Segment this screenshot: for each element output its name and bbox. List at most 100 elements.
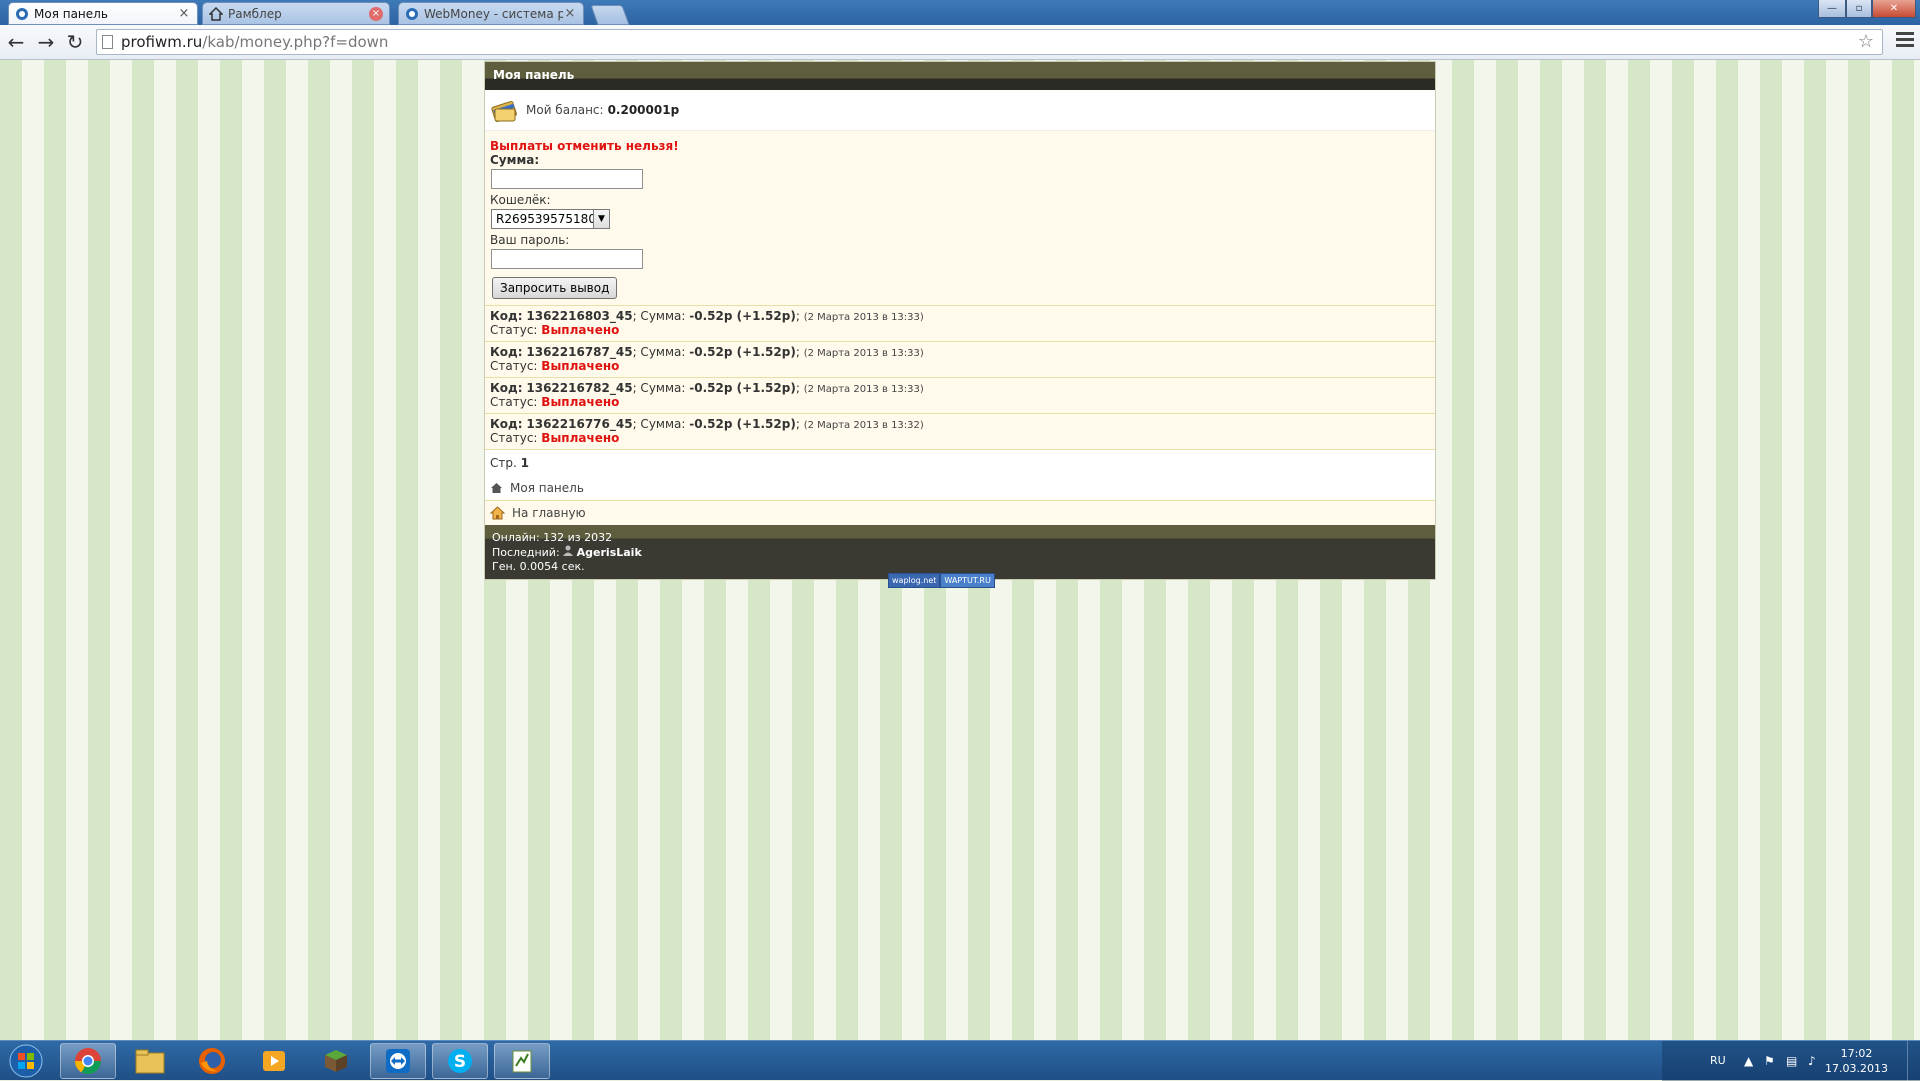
tab-rambler[interactable]: Рамблер × (202, 2, 390, 25)
chrome-icon (74, 1048, 102, 1075)
teamviewer-icon (386, 1049, 410, 1073)
status-label: Статус: (490, 359, 538, 373)
list-item: Код: 1362216787_45; Сумма: -0.52р (+1.52… (485, 342, 1435, 378)
start-button[interactable] (4, 1043, 48, 1079)
site-footer: Онлайн: 132 из 2032 Последний: AgerisLai… (485, 525, 1435, 579)
nav-link-my-panel[interactable]: Моя панель (485, 476, 1435, 500)
payout-date: (2 Марта 2013 в 13:33) (803, 348, 924, 359)
payout-sum: -0.52р (+1.52р) (689, 417, 796, 431)
notepad-icon (512, 1050, 532, 1073)
taskbar-chrome[interactable] (60, 1043, 116, 1079)
sum-label: ; Сумма: (632, 345, 686, 359)
tab-close-icon[interactable]: × (177, 6, 191, 21)
taskbar-notepad[interactable] (494, 1043, 550, 1079)
nav-link-home[interactable]: На главную (485, 500, 1435, 525)
last-user-label: Последний: (492, 546, 560, 559)
action-center-flag-icon[interactable]: ⚑ (1764, 1054, 1775, 1068)
tab-close-icon[interactable]: × (369, 6, 383, 21)
last-user-row: Последний: AgerisLaik (492, 545, 1428, 560)
taskbar-firefox[interactable] (184, 1043, 240, 1079)
password-input[interactable] (491, 249, 643, 269)
address-bar[interactable]: profiwm.ru/kab/money.php?f=down ☆ (96, 29, 1883, 55)
status-badge: Выплачено (541, 395, 620, 409)
withdraw-form: Выплаты отменить нельзя! Сумма: Кошелёк:… (485, 131, 1435, 306)
status-label: Статус: (490, 395, 538, 409)
chrome-menu-icon[interactable] (1896, 32, 1914, 50)
last-user-name[interactable]: AgerisLaik (577, 546, 642, 559)
close-window-button[interactable]: ✕ (1872, 0, 1916, 18)
pagination: Стр. 1 (485, 450, 1435, 476)
house-icon (490, 506, 505, 520)
tab-title: Моя панель (34, 6, 108, 21)
forward-button[interactable]: → (35, 31, 57, 53)
clock[interactable]: 17:02 17.03.2013 (1825, 1046, 1888, 1076)
new-tab-button[interactable] (590, 5, 630, 25)
balance-value: 0.200001р (607, 103, 680, 117)
code-label: Код: (490, 417, 523, 431)
taskbar-minecraft[interactable] (308, 1043, 364, 1079)
password-label: Ваш пароль: (490, 233, 570, 247)
payout-date: (2 Марта 2013 в 13:32) (803, 420, 924, 431)
sum-label: ; Сумма: (632, 309, 686, 323)
webmoney-favicon-icon (405, 7, 419, 21)
tab-webmoney[interactable]: WebMoney - система расчетов × (398, 2, 584, 25)
network-icon[interactable]: ▤ (1786, 1054, 1797, 1068)
back-button[interactable]: ← (5, 31, 27, 53)
sum-label: ; Сумма: (632, 417, 686, 431)
reload-button[interactable]: ↻ (64, 31, 86, 53)
waptut-counter[interactable]: WAPTUT.RU (940, 573, 995, 588)
window-controls: — ▫ ✕ (1818, 0, 1916, 18)
taskbar-explorer[interactable] (122, 1043, 178, 1079)
payout-date: (2 Марта 2013 в 13:33) (803, 384, 924, 395)
amount-label: Сумма: (490, 153, 540, 167)
taskbar-media-player[interactable] (246, 1043, 302, 1079)
minimize-button[interactable]: — (1818, 0, 1846, 18)
code-label: Код: (490, 309, 523, 323)
browser-tabstrip: Моя панель × Рамблер × WebMoney - систем… (0, 0, 1920, 25)
sum-label: ; Сумма: (632, 381, 686, 395)
bookmark-star-icon[interactable]: ☆ (1858, 30, 1874, 54)
tab-title: WebMoney - система расчетов (424, 6, 563, 21)
maximize-button[interactable]: ▫ (1846, 0, 1872, 18)
amount-input[interactable] (491, 169, 643, 189)
request-withdrawal-button[interactable]: Запросить вывод (492, 277, 618, 299)
payout-code: 1362216782_45 (526, 381, 633, 395)
online-count: Онлайн: 132 из 2032 (492, 531, 613, 544)
volume-icon[interactable]: ♪ (1808, 1054, 1816, 1068)
url-host: profiwm.ru (121, 33, 203, 51)
media-player-icon (263, 1051, 285, 1071)
code-label: Код: (490, 381, 523, 395)
pager-label: Стр. (490, 456, 517, 470)
nav-link-label: Моя панель (510, 481, 584, 495)
page-viewport: Моя панель Мой баланс: 0.200001р Выплаты… (0, 60, 1920, 1040)
show-hidden-icons-icon[interactable]: ▲ (1744, 1054, 1753, 1068)
clock-date: 17.03.2013 (1825, 1062, 1888, 1075)
windows-logo-icon (9, 1044, 43, 1078)
tab-title: Рамблер (228, 6, 282, 21)
list-item: Код: 1362216776_45; Сумма: -0.52р (+1.52… (485, 414, 1435, 450)
taskbar-skype[interactable]: S (432, 1043, 488, 1079)
tab-my-panel[interactable]: Моя панель × (8, 2, 198, 25)
svg-text:S: S (454, 1052, 466, 1072)
payout-date: (2 Марта 2013 в 13:33) (803, 312, 924, 323)
dropdown-arrow-icon[interactable]: ▼ (593, 210, 609, 228)
show-desktop-button[interactable] (1907, 1041, 1920, 1081)
wallet-label: Кошелёк: (490, 193, 551, 207)
balance-label: Мой баланс: (526, 103, 604, 117)
url-path: /kab/money.php?f=down (202, 33, 389, 51)
payout-list: Код: 1362216803_45; Сумма: -0.52р (+1.52… (485, 306, 1435, 450)
code-label: Код: (490, 345, 523, 359)
windows-taskbar: S RU ▲ ⚑ ▤ ♪ 17:02 17.03.2013 (0, 1040, 1920, 1081)
payout-sum: -0.52р (+1.52р) (689, 309, 796, 323)
wallet-icon (491, 100, 517, 122)
page-icon (102, 35, 113, 49)
status-badge: Выплачено (541, 431, 620, 445)
tab-close-icon[interactable]: × (563, 6, 577, 21)
language-indicator[interactable]: RU (1710, 1054, 1726, 1067)
clock-time: 17:02 (1840, 1047, 1873, 1060)
taskbar-teamviewer[interactable] (370, 1043, 426, 1079)
wallet-select[interactable]: R269539575180 ▼ (491, 209, 610, 229)
payout-code: 1362216776_45 (526, 417, 633, 431)
waplog-counter[interactable]: waplog.net (888, 573, 941, 588)
pager-current-page[interactable]: 1 (521, 456, 529, 470)
